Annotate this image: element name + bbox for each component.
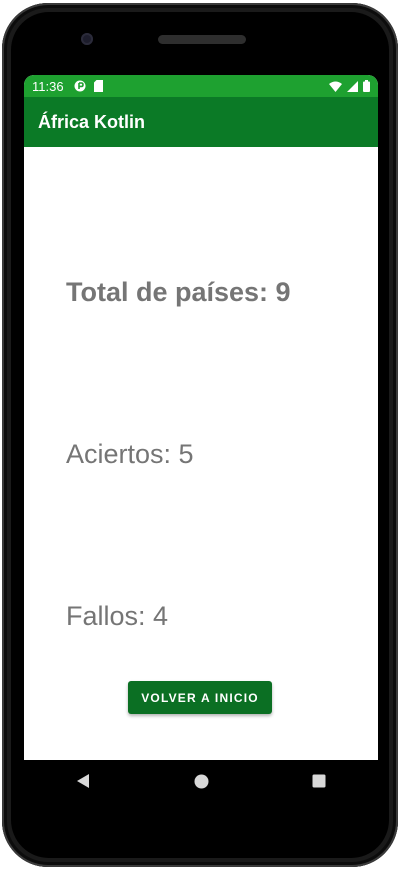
earpiece-speaker — [158, 35, 246, 44]
nav-recents-button[interactable] — [299, 761, 339, 801]
app-notification-icon — [74, 80, 86, 92]
status-notification-icons — [74, 80, 103, 92]
results-content: Total de países: 9 Aciertos: 5 Fallos: 4… — [24, 147, 378, 760]
wrong-answers-label: Fallos: 4 — [66, 601, 169, 631]
correct-answers-label: Aciertos: 5 — [66, 439, 194, 469]
battery-icon — [363, 80, 370, 92]
recents-icon — [312, 774, 326, 788]
wifi-icon — [329, 81, 342, 92]
back-icon — [77, 774, 89, 788]
app-screen: 11:36 África Kotlin Total de países: 9 A… — [24, 75, 378, 760]
app-title: África Kotlin — [38, 111, 146, 132]
back-to-home-button[interactable]: VOLVER A INICIO — [128, 681, 272, 714]
status-system-icons — [329, 80, 370, 92]
nav-back-button[interactable] — [63, 761, 103, 801]
sd-card-icon — [93, 80, 103, 92]
total-countries-label: Total de países: 9 — [66, 277, 291, 307]
status-time: 11:36 — [32, 78, 64, 94]
system-nav-bar — [24, 760, 378, 802]
status-bar: 11:36 — [24, 75, 378, 97]
signal-icon — [347, 80, 358, 92]
home-icon — [194, 774, 208, 788]
app-bar: África Kotlin — [24, 97, 378, 147]
front-camera — [81, 33, 93, 45]
nav-home-button[interactable] — [181, 761, 221, 801]
